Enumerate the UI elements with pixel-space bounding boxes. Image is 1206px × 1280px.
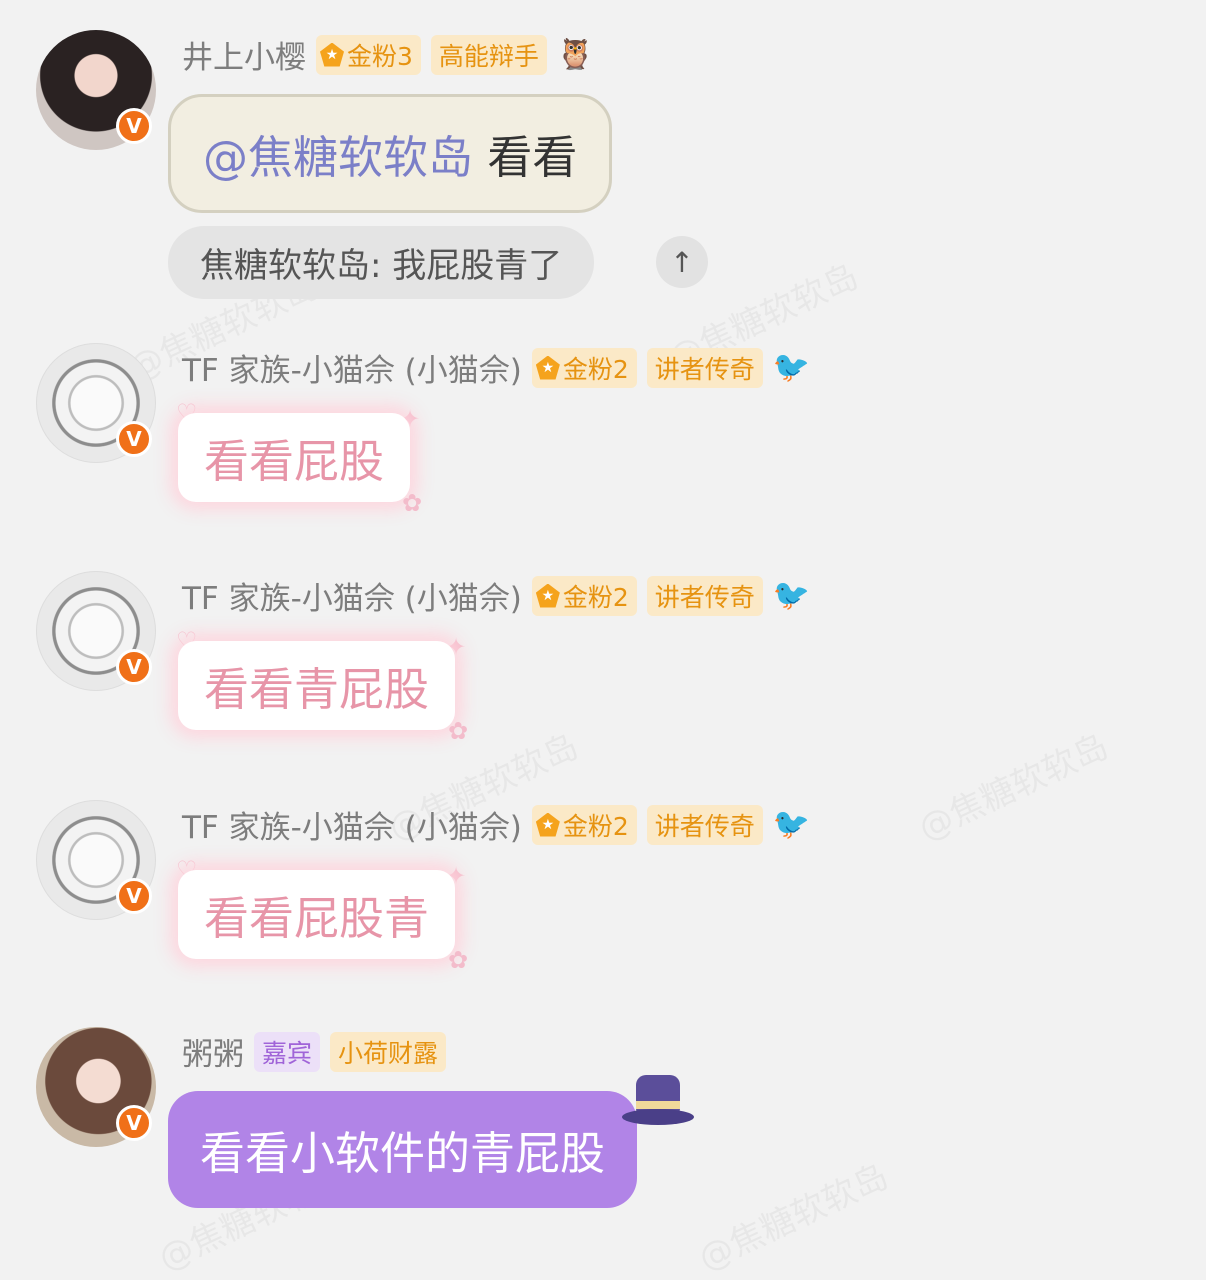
message-header: TF 家族-小猫佘 (小猫佘) ★ 金粉2 讲者传奇 🐦 bbox=[182, 573, 810, 618]
message-header: 粥粥 嘉宾 小荷财露 bbox=[182, 1029, 447, 1074]
username[interactable]: TF 家族-小猫佘 (小猫佘) bbox=[182, 573, 522, 618]
username[interactable]: 井上小樱 bbox=[182, 32, 306, 77]
message-bubble[interactable]: 看看屁股 bbox=[178, 413, 411, 502]
message-bubble[interactable]: 看看青屁股 bbox=[178, 641, 456, 730]
owl-icon: 🦉 bbox=[556, 37, 595, 72]
fan-level-badge[interactable]: ★ 金粉2 bbox=[531, 804, 637, 845]
paw-icon: ✿ bbox=[448, 717, 469, 745]
paw-icon: ✿ bbox=[402, 489, 423, 517]
vip-badge-icon: V bbox=[116, 878, 152, 914]
top-hat-icon bbox=[622, 1075, 694, 1127]
fan-level-badge[interactable]: ★ 金粉3 bbox=[316, 34, 421, 75]
bird-icon: 🐦 bbox=[772, 350, 811, 385]
message-text: 看看 bbox=[487, 131, 578, 184]
username[interactable]: TF 家族-小猫佘 (小猫佘) bbox=[182, 802, 522, 847]
paw-icon: ✿ bbox=[448, 946, 469, 974]
fan-level-label: 金粉2 bbox=[562, 354, 629, 384]
title-badge[interactable]: 讲者传奇 bbox=[646, 347, 763, 388]
fan-level-label: 金粉2 bbox=[562, 811, 629, 841]
message-bubble[interactable]: @焦糖软软岛 看看 bbox=[168, 94, 613, 213]
username[interactable]: 粥粥 bbox=[182, 1029, 244, 1074]
jump-to-reply-icon[interactable]: ↑ bbox=[656, 236, 708, 288]
message-bubble[interactable]: 看看屁股青 bbox=[178, 870, 456, 959]
title-badge[interactable]: 讲者传奇 bbox=[646, 575, 763, 616]
vip-badge-icon: V bbox=[116, 1105, 152, 1141]
bird-icon: 🐦 bbox=[772, 807, 811, 842]
bird-icon: 🐦 bbox=[772, 578, 811, 613]
pentagon-icon: ★ bbox=[535, 355, 560, 380]
message-header: TF 家族-小猫佘 (小猫佘) ★ 金粉2 讲者传奇 🐦 bbox=[182, 345, 810, 390]
mention-link[interactable]: @焦糖软软岛 bbox=[203, 131, 473, 184]
vip-badge-icon: V bbox=[116, 108, 152, 144]
pentagon-icon: ★ bbox=[535, 812, 560, 837]
watermark: @焦糖软软岛 bbox=[909, 719, 1115, 850]
reply-quote[interactable]: 焦糖软软岛: 我屁股青了 bbox=[168, 226, 595, 299]
fan-level-badge[interactable]: ★ 金粉2 bbox=[531, 575, 637, 616]
message-header: TF 家族-小猫佘 (小猫佘) ★ 金粉2 讲者传奇 🐦 bbox=[182, 802, 810, 847]
title-badge[interactable]: 高能辩手 bbox=[430, 34, 547, 75]
title-badge[interactable]: 讲者传奇 bbox=[646, 804, 763, 845]
message-bubble[interactable]: 看看小软件的青屁股 bbox=[168, 1091, 638, 1208]
guest-badge[interactable]: 嘉宾 bbox=[254, 1031, 321, 1072]
pentagon-icon: ★ bbox=[535, 583, 560, 608]
fan-level-badge[interactable]: ★ 金粉2 bbox=[531, 347, 637, 388]
username[interactable]: TF 家族-小猫佘 (小猫佘) bbox=[182, 345, 522, 390]
message-header: 井上小樱 ★ 金粉3 高能辩手 🦉 bbox=[182, 32, 594, 77]
fan-level-label: 金粉2 bbox=[562, 582, 629, 612]
pentagon-icon: ★ bbox=[320, 42, 344, 67]
fan-level-label: 金粉3 bbox=[347, 41, 413, 71]
vip-badge-icon: V bbox=[116, 421, 152, 457]
watermark: @焦糖软软岛 bbox=[689, 1149, 895, 1280]
vip-badge-icon: V bbox=[116, 649, 152, 685]
title-badge[interactable]: 小荷财露 bbox=[330, 1031, 447, 1072]
